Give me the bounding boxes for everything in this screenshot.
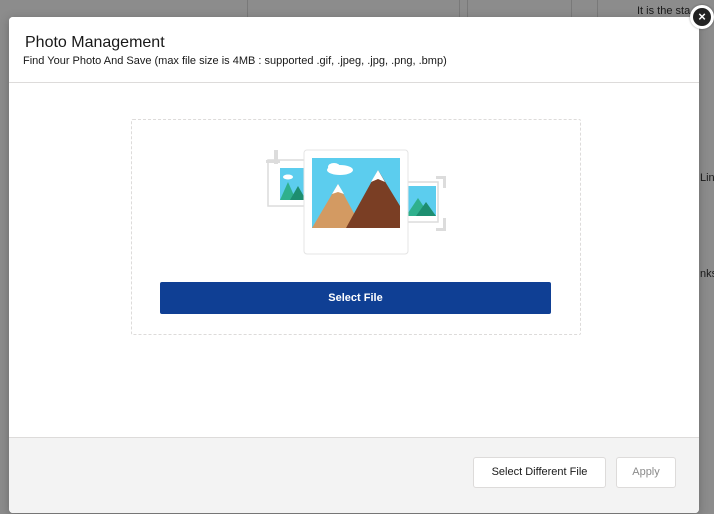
photo-management-modal: Photo Management Find Your Photo And Sav… [9, 17, 699, 513]
close-button[interactable]: × [690, 5, 714, 29]
modal-title: Photo Management [25, 34, 165, 51]
select-different-file-button[interactable]: Select Different File [473, 457, 606, 488]
close-icon: × [693, 8, 711, 26]
apply-button[interactable]: Apply [616, 457, 676, 488]
file-drop-zone[interactable]: Select File [131, 119, 581, 335]
photo-gallery-icon [266, 149, 446, 255]
modal-subtitle: Find Your Photo And Save (max file size … [23, 55, 447, 67]
select-file-button[interactable]: Select File [160, 282, 551, 314]
modal-footer: Select Different File Apply [9, 437, 699, 513]
modal-header: Photo Management Find Your Photo And Sav… [9, 17, 699, 83]
